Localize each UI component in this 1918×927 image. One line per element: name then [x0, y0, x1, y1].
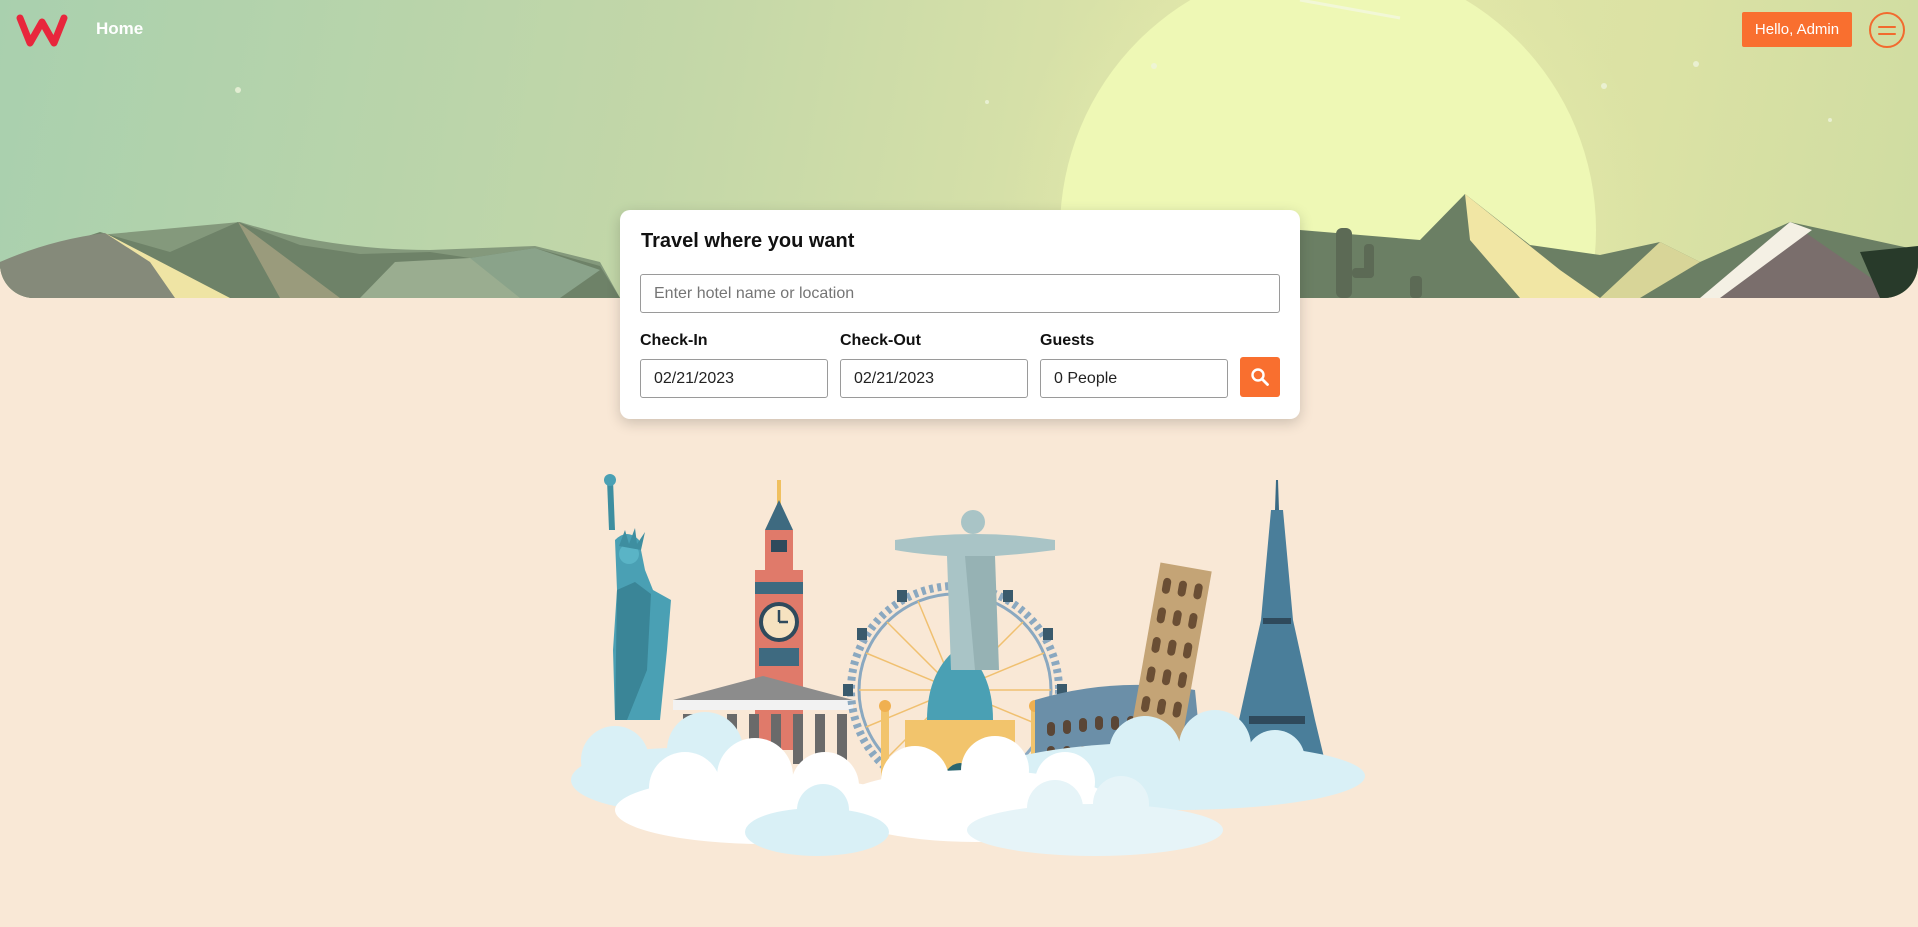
guests-label: Guests	[1040, 332, 1095, 349]
checkout-date-input[interactable]	[840, 359, 1028, 398]
search-card: Travel where you want Check-In Check-Out…	[620, 210, 1300, 419]
logo-icon[interactable]	[14, 10, 70, 50]
statue-of-liberty	[604, 474, 671, 720]
user-greeting-button[interactable]: Hello, Admin	[1742, 12, 1852, 47]
guests-input[interactable]	[1040, 359, 1228, 398]
checkin-label: Check-In	[640, 332, 708, 349]
christ-the-redeemer	[895, 510, 1055, 670]
location-search-input[interactable]	[640, 274, 1280, 313]
menu-toggle-button[interactable]	[1869, 12, 1905, 48]
search-button[interactable]	[1240, 357, 1280, 397]
checkin-date-input[interactable]	[640, 359, 828, 398]
hamburger-icon	[1878, 25, 1896, 28]
world-landmarks-illustration	[571, 474, 1365, 856]
nav-home-link[interactable]: Home	[96, 19, 143, 39]
search-icon	[1251, 368, 1269, 386]
checkout-label: Check-Out	[840, 332, 921, 349]
page: Home Hello, Admin Travel where you want …	[0, 0, 1918, 927]
search-card-title: Travel where you want	[641, 230, 855, 252]
